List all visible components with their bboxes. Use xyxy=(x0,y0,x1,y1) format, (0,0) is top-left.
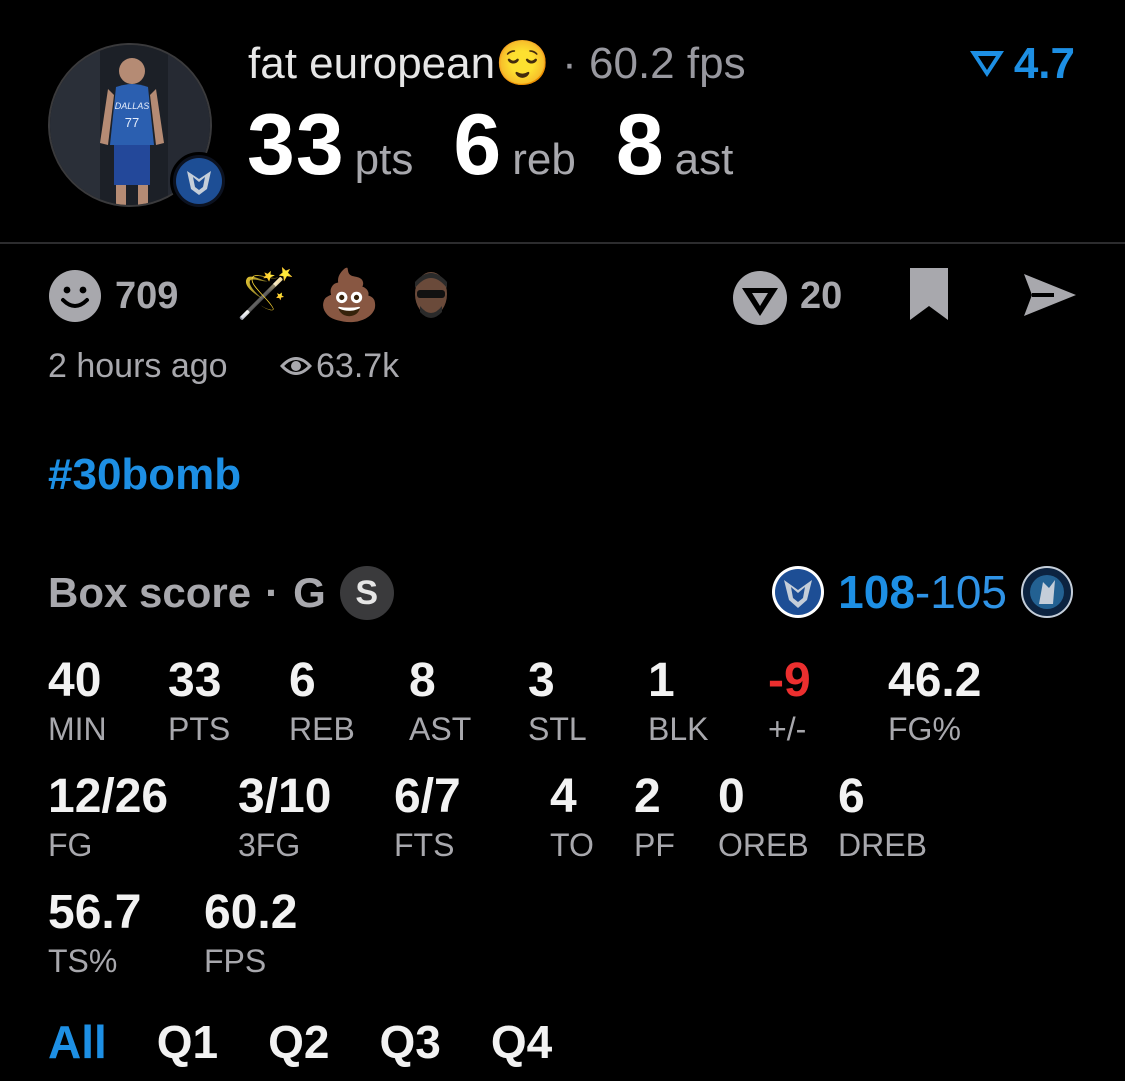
separator-dot: · xyxy=(562,39,577,88)
view-count: 63.7k xyxy=(316,347,400,385)
starter-badge: S xyxy=(339,566,394,620)
timberwolves-logo-icon xyxy=(1021,566,1073,618)
stat-assists-unit: ast xyxy=(674,135,734,184)
stat-fg: 12/26 FG xyxy=(48,770,169,863)
comment-count: 20 xyxy=(800,275,843,317)
reaction-count: 709 xyxy=(115,275,179,317)
stat-blk: 1 BLK xyxy=(648,654,709,747)
player-position: G xyxy=(293,569,326,616)
quarter-tabs: All Q1 Q2 Q3 Q4 xyxy=(48,1012,552,1072)
send-icon[interactable] xyxy=(1022,272,1078,323)
mavericks-logo-icon xyxy=(170,152,228,210)
svg-text:DALLAS: DALLAS xyxy=(115,101,150,111)
stat-ast: 8 AST xyxy=(409,654,472,747)
home-score: 108 xyxy=(838,566,915,618)
stat-points-unit: pts xyxy=(354,135,414,184)
stat-stl: 3 STL xyxy=(528,654,587,747)
tab-q2[interactable]: Q2 xyxy=(268,1012,329,1072)
tab-q1[interactable]: Q1 xyxy=(157,1012,218,1072)
react-button[interactable] xyxy=(48,269,102,328)
fps-text: 60.2 fps xyxy=(589,39,746,88)
comment-logo-icon xyxy=(733,271,787,325)
time-ago: 2 hours ago xyxy=(48,347,228,385)
game-score[interactable]: 108-105 xyxy=(770,562,1075,622)
stat-fps: 60.2 FPS xyxy=(204,886,298,979)
tab-q3[interactable]: Q3 xyxy=(380,1012,441,1072)
stat-pts: 33 PTS xyxy=(168,654,231,747)
bookmark-icon[interactable] xyxy=(908,266,950,327)
username-emoji: 😌 xyxy=(495,39,550,88)
smiley-icon xyxy=(49,270,101,322)
box-score-title: Box score xyxy=(48,569,252,616)
stat-pf: 2 PF xyxy=(634,770,675,863)
tab-q4[interactable]: Q4 xyxy=(491,1012,552,1072)
tab-all[interactable]: All xyxy=(48,1012,107,1072)
divider xyxy=(0,242,1125,244)
svg-text:77: 77 xyxy=(125,115,139,130)
stat-points: 33 xyxy=(247,97,345,193)
rating-logo-icon xyxy=(969,51,1004,77)
hashtag-link[interactable]: #30bomb xyxy=(48,450,241,500)
comment-button[interactable] xyxy=(732,270,788,331)
username-line[interactable]: fat european😌 · 60.2 fps xyxy=(248,36,746,92)
stat-ts-pct: 56.7 TS% xyxy=(48,886,142,979)
rating-value: 4.7 xyxy=(1013,39,1075,88)
stat-fts: 6/7 FTS xyxy=(394,770,461,863)
rating[interactable]: 4.7 xyxy=(968,38,1075,90)
score-dash: - xyxy=(914,566,931,618)
stat-rebounds-unit: reb xyxy=(512,135,576,184)
stat-fg-pct: 46.2 FG% xyxy=(888,654,982,747)
separator-dot: · xyxy=(265,569,280,616)
magic-wand-icon[interactable]: 🪄 xyxy=(236,265,296,325)
poop-emoji-icon[interactable]: 💩 xyxy=(318,265,380,325)
username[interactable]: fat european xyxy=(248,39,495,88)
stat-plus-minus: -9 +/- xyxy=(768,654,811,747)
user-avatar-icon[interactable] xyxy=(410,266,452,329)
stat-min: 40 MIN xyxy=(48,654,107,747)
away-score: 105 xyxy=(930,566,1007,618)
box-score-header: Box score · G S xyxy=(48,566,394,620)
stat-assists: 8 xyxy=(615,97,665,193)
stat-rebounds: 6 xyxy=(453,97,503,193)
eye-icon xyxy=(279,353,313,384)
stat-to: 4 TO xyxy=(550,770,594,863)
stat-dreb: 6 DREB xyxy=(838,770,927,863)
stat-oreb: 0 OREB xyxy=(718,770,809,863)
headline-statline: 33 pts 6 reb 8 ast xyxy=(247,96,773,193)
stat-reb: 6 REB xyxy=(289,654,355,747)
score-text: 108-105 xyxy=(838,565,1007,619)
mavericks-logo-icon xyxy=(772,566,825,618)
stat-3fg: 3/10 3FG xyxy=(238,770,332,863)
